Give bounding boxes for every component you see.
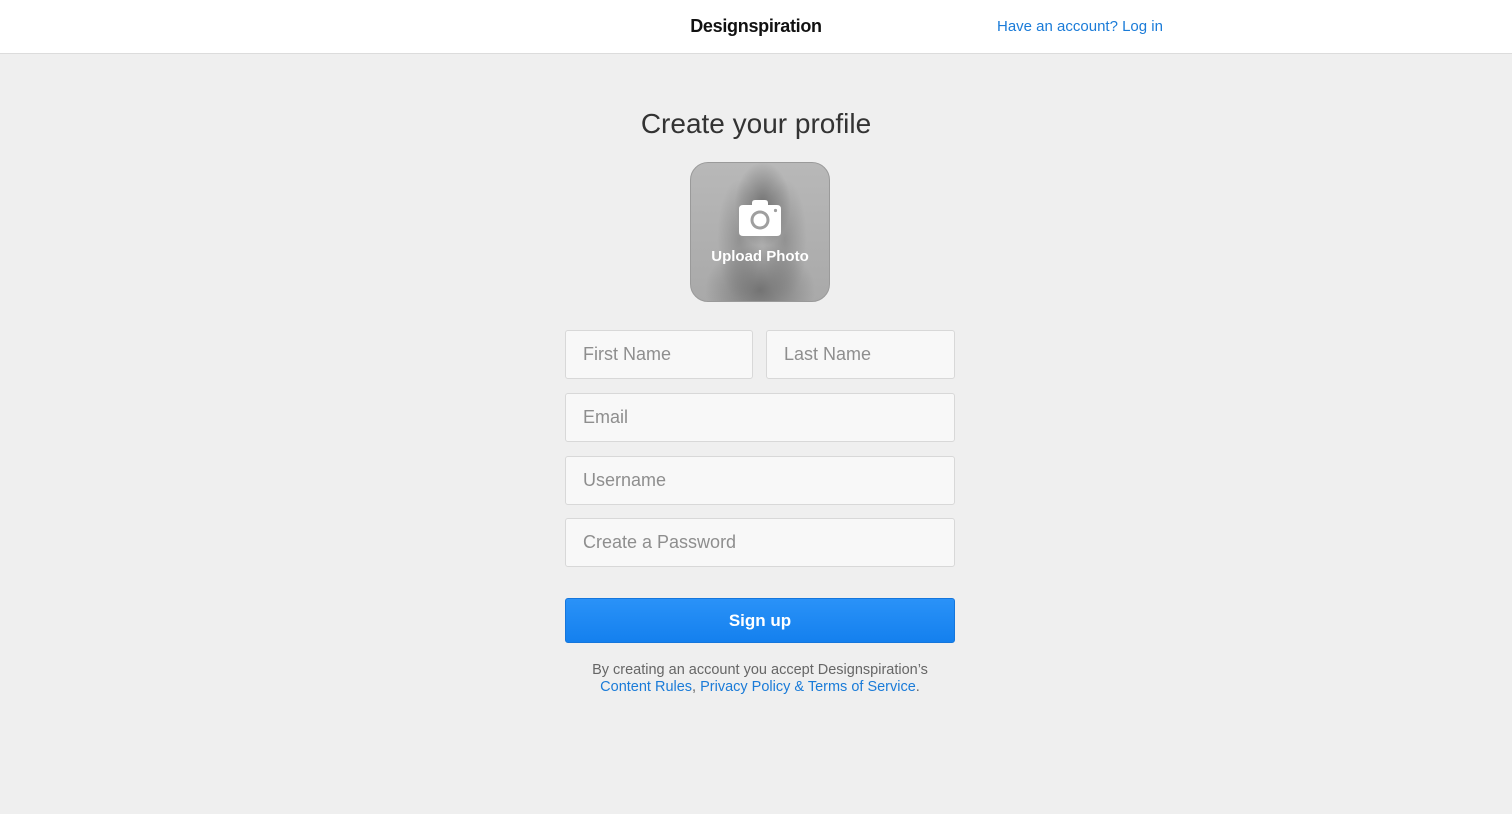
privacy-terms-link[interactable]: Privacy Policy & Terms of Service	[700, 679, 916, 695]
terms-notice: By creating an account you accept Design…	[540, 662, 980, 696]
upload-photo-label: Upload Photo	[711, 248, 809, 265]
last-name-input[interactable]	[766, 330, 955, 379]
email-input[interactable]	[565, 393, 955, 442]
username-input[interactable]	[565, 456, 955, 505]
signup-button[interactable]: Sign up	[565, 598, 955, 643]
content-rules-link[interactable]: Content Rules	[600, 679, 692, 695]
upload-photo-button[interactable]: Upload Photo	[690, 162, 830, 302]
login-link[interactable]: Have an account? Log in	[997, 18, 1163, 35]
terms-suffix: .	[915, 679, 920, 695]
top-header: Designspiration Have an account? Log in	[0, 0, 1512, 54]
camera-icon	[739, 200, 781, 236]
terms-prefix: By creating an account you accept Design…	[592, 662, 928, 678]
first-name-input[interactable]	[565, 330, 753, 379]
password-input[interactable]	[565, 518, 955, 567]
logo-container: Designspiration	[0, 16, 1512, 37]
site-logo[interactable]: Designspiration	[690, 16, 822, 36]
page-title: Create your profile	[640, 108, 872, 139]
terms-separator: ,	[692, 679, 701, 695]
